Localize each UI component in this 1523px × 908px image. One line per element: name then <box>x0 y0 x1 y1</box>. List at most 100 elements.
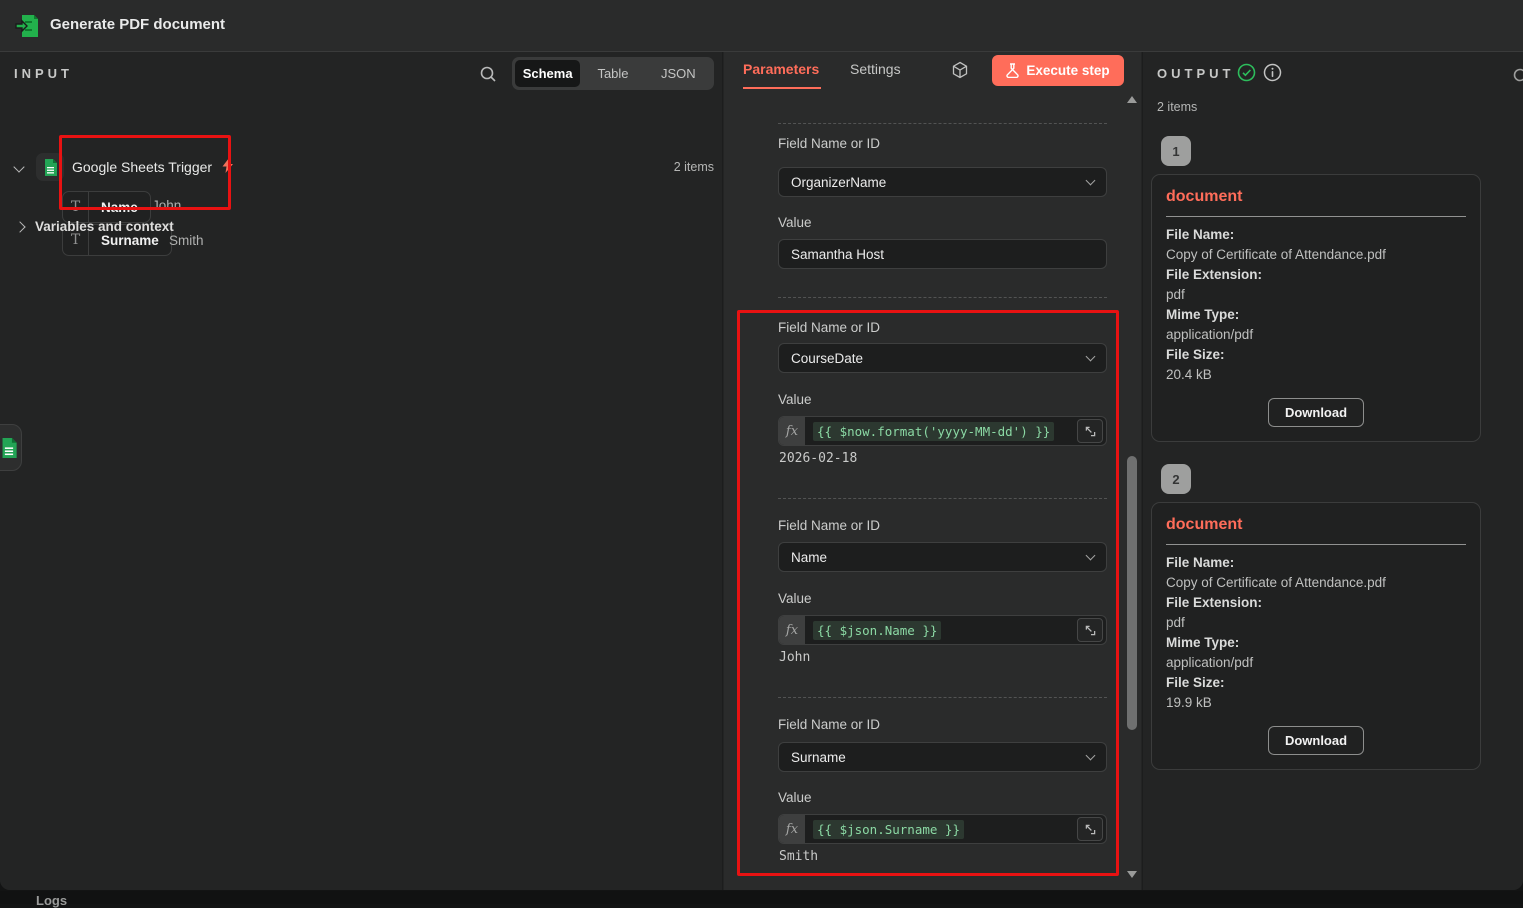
fx-icon: fx <box>779 815 805 843</box>
chevron-right-icon <box>14 221 25 232</box>
flask-icon <box>1006 63 1019 78</box>
value-label: Value <box>778 215 812 230</box>
value-label: Value <box>778 790 812 805</box>
scroll-up-icon[interactable] <box>1127 96 1137 103</box>
output-search-icon[interactable] <box>1511 64 1523 88</box>
download-button[interactable]: Download <box>1268 398 1364 427</box>
file-meta-value: pdf <box>1166 285 1466 305</box>
input-panel: INPUT Schema Table JSON Go <box>0 52 723 890</box>
value-label: Value <box>778 591 812 606</box>
input-items-count: 2 items <box>674 160 714 174</box>
field-name-select[interactable]: Surname <box>778 742 1107 772</box>
file-meta-label: Mime Type: <box>1166 305 1466 325</box>
value-input[interactable] <box>778 239 1107 269</box>
tab-parameters[interactable]: Parameters <box>743 61 819 77</box>
value-label: Value <box>778 392 812 407</box>
file-meta-value: application/pdf <box>1166 653 1466 673</box>
info-icon[interactable] <box>1263 63 1282 82</box>
expression-code[interactable]: {{ $json.Surname }} <box>813 820 964 839</box>
file-meta-value: application/pdf <box>1166 325 1466 345</box>
input-view-tabs: Schema Table JSON <box>512 57 714 90</box>
generate-pdf-icon <box>14 13 40 39</box>
file-meta-label: File Name: <box>1166 225 1466 245</box>
file-meta-value: 20.4 kB <box>1166 365 1466 385</box>
field-name-label: Field Name or ID <box>778 518 880 533</box>
chevron-down-icon[interactable] <box>13 161 24 172</box>
file-meta-label: File Extension: <box>1166 265 1466 285</box>
expand-expression-icon[interactable] <box>1077 618 1103 642</box>
file-meta-value: Copy of Certificate of Attendance.pdf <box>1166 245 1466 265</box>
google-sheets-icon <box>36 153 64 181</box>
scroll-down-icon[interactable] <box>1127 871 1137 878</box>
download-button[interactable]: Download <box>1268 726 1364 755</box>
divider <box>1166 216 1466 217</box>
field-name-label: Field Name or ID <box>778 320 880 335</box>
divider <box>778 123 1107 124</box>
google-sheets-icon <box>1 438 17 458</box>
expression-code[interactable]: {{ $now.format('yyyy-MM-dd') }} <box>813 422 1054 441</box>
expression-result: John <box>779 650 810 665</box>
node-detail-view: INPUT Schema Table JSON Go <box>0 52 1523 890</box>
chevron-down-icon <box>1086 551 1096 561</box>
tab-settings[interactable]: Settings <box>850 61 901 77</box>
input-search-icon[interactable] <box>478 62 502 86</box>
expression-input[interactable]: fx {{ $now.format('yyyy-MM-dd') }} <box>778 416 1107 446</box>
field-name-select[interactable]: CourseDate <box>778 343 1107 373</box>
chevron-down-icon <box>1086 751 1096 761</box>
tab-table[interactable]: Table <box>580 60 645 87</box>
output-panel-title: OUTPUT <box>1157 66 1234 81</box>
expand-expression-icon[interactable] <box>1077 817 1103 841</box>
divider <box>1166 544 1466 545</box>
divider <box>778 297 1107 298</box>
file-meta-label: File Name: <box>1166 553 1466 573</box>
divider <box>778 697 1107 698</box>
execute-step-button[interactable]: Execute step <box>992 55 1124 86</box>
output-item-badge: 2 <box>1161 464 1191 494</box>
expression-result: 2026-02-18 <box>779 451 857 466</box>
scrollbar-thumb[interactable] <box>1127 456 1137 730</box>
chevron-down-icon <box>1086 176 1096 186</box>
file-meta-value: 19.9 kB <box>1166 693 1466 713</box>
field-name-select[interactable]: Name <box>778 542 1107 572</box>
output-document-card: document File Name: Copy of Certificate … <box>1151 502 1481 770</box>
field-name-label: Field Name or ID <box>778 136 880 151</box>
file-meta-label: File Size: <box>1166 673 1466 693</box>
expression-code[interactable]: {{ $json.Name }} <box>813 621 941 640</box>
expression-input[interactable]: fx {{ $json.Surname }} <box>778 814 1107 844</box>
parameters-panel: Parameters Settings Execute step Field N… <box>724 52 1141 890</box>
window-titlebar: Generate PDF document <box>0 0 1523 52</box>
divider <box>778 498 1107 499</box>
node-docs-cube-icon[interactable] <box>951 59 973 81</box>
file-meta-label: File Size: <box>1166 345 1466 365</box>
schema-field-value: John <box>152 198 181 213</box>
chevron-down-icon <box>1086 352 1096 362</box>
output-panel: OUTPUT 2 items 1 document File Name: <box>1142 52 1523 890</box>
canvas-node-google-sheets[interactable] <box>0 424 22 471</box>
binary-key-title: document <box>1166 188 1466 206</box>
node-title: Generate PDF document <box>50 16 225 33</box>
tab-json[interactable]: JSON <box>646 60 711 87</box>
field-name-label: Field Name or ID <box>778 717 880 732</box>
expression-input[interactable]: fx {{ $json.Name }} <box>778 615 1107 645</box>
expression-result: Smith <box>779 849 818 864</box>
binary-key-title: document <box>1166 516 1466 534</box>
variables-and-context-label: Variables and context <box>35 219 174 234</box>
output-document-card: document File Name: Copy of Certificate … <box>1151 174 1481 442</box>
field-name-select[interactable]: OrganizerName <box>778 167 1107 197</box>
expand-expression-icon[interactable] <box>1077 419 1103 443</box>
logs-panel-header[interactable]: Logs <box>0 891 1523 904</box>
success-check-icon <box>1237 63 1256 82</box>
schema-field-name: Name <box>89 200 150 215</box>
input-node-row[interactable]: Google Sheets Trigger 2 items <box>0 153 723 183</box>
file-meta-label: File Extension: <box>1166 593 1466 613</box>
file-meta-label: Mime Type: <box>1166 633 1466 653</box>
trigger-lightning-icon <box>222 158 234 173</box>
file-meta-value: Copy of Certificate of Attendance.pdf <box>1166 573 1466 593</box>
input-node-label: Google Sheets Trigger <box>72 159 212 175</box>
tab-schema[interactable]: Schema <box>515 60 580 87</box>
fx-icon: fx <box>779 417 805 445</box>
output-items-count: 2 items <box>1157 100 1197 114</box>
variables-and-context-row[interactable]: Variables and context <box>0 217 723 241</box>
params-scrollbar[interactable] <box>1125 92 1139 882</box>
file-meta-value: pdf <box>1166 613 1466 633</box>
